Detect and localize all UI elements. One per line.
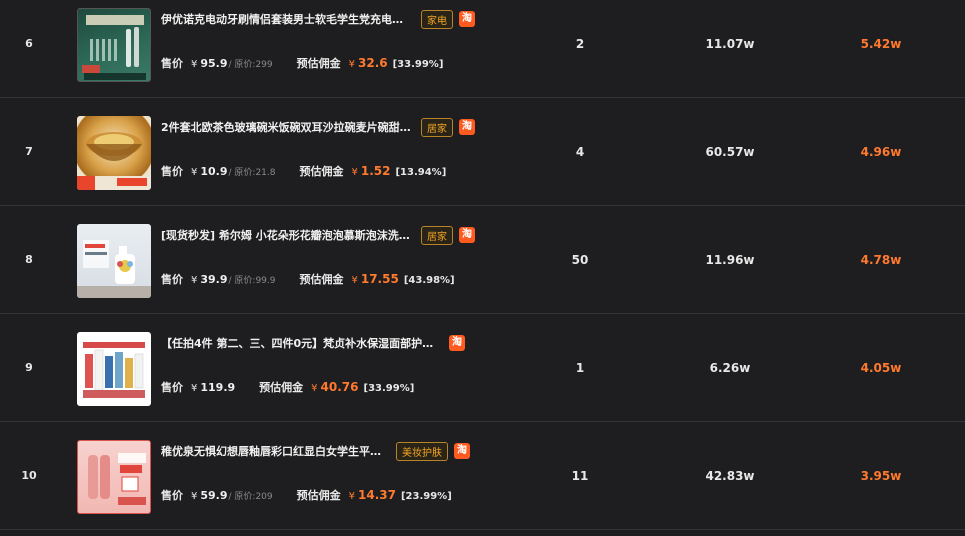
- currency-symbol: ¥: [351, 275, 358, 286]
- table-row[interactable]: 10 稚优泉无惧幻想唇釉唇彩口红显白女学生平价... 美妆护肤 淘 售价 ¥ 5…: [0, 422, 965, 530]
- category-tag: 居家: [421, 117, 453, 137]
- count-cell: 11: [571, 469, 589, 483]
- glass-bowl-image: [77, 132, 151, 190]
- price-line: 售价 ¥ 119.9 预估佣金 ¥ 40.76 [33.99%]: [161, 379, 414, 399]
- original-price: / 原价:21.8: [228, 168, 276, 178]
- table-row[interactable]: 8 [现货秒发] 希尔姆 小花朵形花瓣泡泡慕斯泡沫洗手... 居家 淘 售价 ¥…: [0, 206, 965, 314]
- soap-dispenser-image: [77, 240, 151, 298]
- product-title-line: 稚优泉无惧幻想唇釉唇彩口红显白女学生平价... 美妆护肤 淘: [161, 441, 476, 461]
- currency-symbol: ¥: [191, 275, 198, 286]
- skincare-set-image: [83, 342, 145, 398]
- sales-cell: 6.26w: [709, 361, 751, 375]
- commission-rate: [43.98%]: [403, 275, 455, 286]
- product-title[interactable]: 【任拍4件 第二、三、四件0元】梵贞补水保湿面部护肤组...: [161, 335, 443, 351]
- price-line: 售价 ¥ 39.9 / 原价:99.9 预估佣金 ¥ 17.55 [43.98%…: [161, 271, 455, 291]
- toothbrush-image: [82, 15, 146, 80]
- price-line: 售价 ¥ 10.9 / 原价:21.8 预估佣金 ¥ 1.52 [13.94%]: [161, 163, 446, 183]
- rank-number: 10: [21, 469, 37, 482]
- sale-price-label: 售价: [161, 381, 183, 394]
- rank-number: 6: [25, 37, 33, 50]
- rank-number: 8: [25, 253, 33, 266]
- sales-cell: 11.07w: [705, 37, 755, 51]
- rank-number: 9: [25, 361, 33, 374]
- sale-price-label: 售价: [161, 489, 183, 502]
- commission-value: 14.37: [358, 488, 396, 502]
- product-title[interactable]: 2件套北欧茶色玻璃碗米饭碗双耳沙拉碗麦片碗甜...: [161, 119, 411, 135]
- sales-cell: 11.96w: [705, 253, 755, 267]
- table-row[interactable]: 6 伊优诺克电动牙刷情侣套装男士软毛学生党充电式... 家电 淘 售价 ¥ 95…: [0, 0, 965, 98]
- currency-symbol: ¥: [191, 59, 198, 70]
- commission-rate: [33.99%]: [392, 59, 444, 70]
- product-title[interactable]: 伊优诺克电动牙刷情侣套装男士软毛学生党充电式...: [161, 11, 411, 27]
- product-thumbnail[interactable]: [77, 440, 151, 514]
- amount-cell: 4.78w: [860, 253, 902, 267]
- taobao-icon[interactable]: 淘: [449, 335, 465, 351]
- currency-symbol: ¥: [348, 491, 355, 502]
- commission-label: 预估佣金: [299, 165, 344, 178]
- product-title-line: 【任拍4件 第二、三、四件0元】梵贞补水保湿面部护肤组... 淘: [161, 333, 476, 353]
- sales-cell: 42.83w: [705, 469, 755, 483]
- sale-price-label: 售价: [161, 165, 183, 178]
- currency-symbol: ¥: [191, 491, 198, 502]
- sale-price: 10.9: [200, 165, 228, 178]
- currency-symbol: ¥: [351, 167, 358, 178]
- count-cell: 50: [571, 253, 589, 267]
- taobao-icon[interactable]: 淘: [459, 227, 475, 243]
- product-title[interactable]: [现货秒发] 希尔姆 小花朵形花瓣泡泡慕斯泡沫洗手...: [161, 227, 411, 243]
- table-row[interactable]: 7 2件套北欧茶色玻璃碗米饭碗双耳沙拉碗麦片碗甜... 居家 淘 售价 ¥ 10…: [0, 98, 965, 206]
- price-line: 售价 ¥ 59.9 / 原价:209 预估佣金 ¥ 14.37 [23.99%]: [161, 487, 452, 507]
- original-price: / 原价:209: [228, 492, 273, 502]
- sale-price-label: 售价: [161, 57, 183, 70]
- commission-value: 17.55: [360, 272, 399, 286]
- currency-symbol: ¥: [348, 59, 355, 70]
- product-title-line: 2件套北欧茶色玻璃碗米饭碗双耳沙拉碗麦片碗甜... 居家 淘: [161, 117, 476, 137]
- amount-cell: 4.96w: [860, 145, 902, 159]
- commission-rate: [13.94%]: [395, 167, 447, 178]
- commission-rate: [33.99%]: [363, 383, 415, 394]
- table-row[interactable]: 9 【任拍4件 第二、三、四件0元】梵贞补水保湿面部护肤组... 淘 售价 ¥ …: [0, 314, 965, 422]
- amount-cell: 4.05w: [860, 361, 902, 375]
- commission-value: 1.52: [360, 164, 391, 178]
- taobao-icon[interactable]: 淘: [459, 119, 475, 135]
- sale-price: 59.9: [200, 489, 228, 502]
- taobao-icon[interactable]: 淘: [459, 11, 475, 27]
- amount-cell: 5.42w: [860, 37, 902, 51]
- commission-rate: [23.99%]: [400, 491, 452, 502]
- commission-value: 40.76: [320, 380, 359, 394]
- sales-cell: 60.57w: [705, 145, 755, 159]
- product-thumbnail[interactable]: [77, 332, 151, 406]
- sale-price: 119.9: [200, 381, 236, 394]
- rank-number: 7: [25, 145, 33, 158]
- sale-price: 39.9: [200, 273, 228, 286]
- commission-label: 预估佣金: [296, 489, 341, 502]
- sale-price-label: 售价: [161, 273, 183, 286]
- sale-price: 95.9: [200, 57, 228, 70]
- currency-symbol: ¥: [191, 167, 198, 178]
- product-thumbnail[interactable]: [77, 8, 151, 82]
- count-cell: 1: [575, 361, 585, 375]
- category-tag: 美妆护肤: [396, 441, 448, 461]
- category-tag: 居家: [421, 225, 453, 245]
- product-thumbnail[interactable]: [77, 224, 151, 298]
- commission-label: 预估佣金: [296, 57, 341, 70]
- original-price: / 原价:299: [228, 60, 273, 70]
- lipstick-image: [88, 453, 146, 505]
- count-cell: 4: [575, 145, 585, 159]
- commission-label: 预估佣金: [259, 381, 304, 394]
- amount-cell: 3.95w: [860, 469, 902, 483]
- commission-label: 预估佣金: [299, 273, 344, 286]
- currency-symbol: ¥: [191, 383, 198, 394]
- product-title-line: [现货秒发] 希尔姆 小花朵形花瓣泡泡慕斯泡沫洗手... 居家 淘: [161, 225, 476, 245]
- original-price: / 原价:99.9: [228, 276, 276, 286]
- product-ranking-list: 6 伊优诺克电动牙刷情侣套装男士软毛学生党充电式... 家电 淘 售价 ¥ 95…: [0, 0, 965, 530]
- currency-symbol: ¥: [311, 383, 318, 394]
- commission-value: 32.6: [358, 56, 388, 70]
- count-cell: 2: [575, 37, 585, 51]
- product-thumbnail[interactable]: [77, 116, 151, 190]
- category-tag: 家电: [421, 9, 453, 29]
- product-title[interactable]: 稚优泉无惧幻想唇釉唇彩口红显白女学生平价...: [161, 443, 386, 459]
- product-title-line: 伊优诺克电动牙刷情侣套装男士软毛学生党充电式... 家电 淘: [161, 9, 476, 29]
- taobao-icon[interactable]: 淘: [454, 443, 470, 459]
- price-line: 售价 ¥ 95.9 / 原价:299 预估佣金 ¥ 32.6 [33.99%]: [161, 55, 443, 75]
